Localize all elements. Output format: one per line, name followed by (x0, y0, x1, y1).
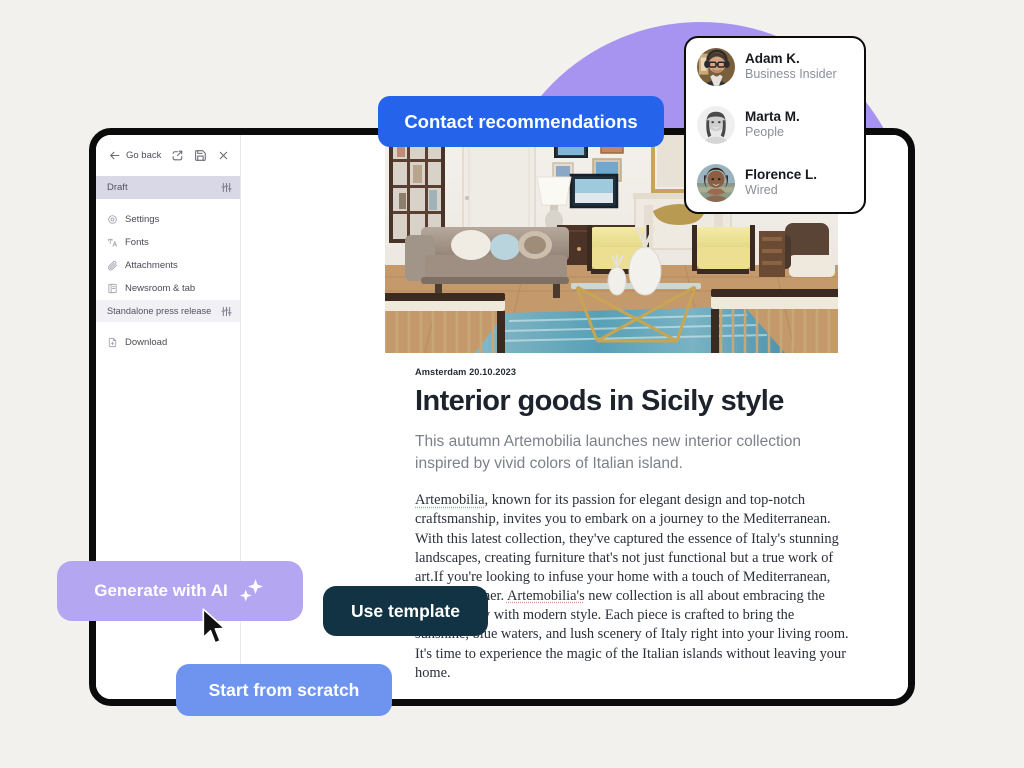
avatar (697, 164, 735, 202)
sidebar-item-label: Draft (107, 182, 128, 193)
contact-organization: People (745, 125, 784, 140)
sparkle-icon (236, 576, 266, 606)
sidebar-item-label: Attachments (125, 259, 178, 271)
paperclip-icon (107, 260, 118, 271)
article-body: Amsterdam 20.10.2023 Interior goods in S… (415, 367, 851, 683)
start-from-scratch-button[interactable]: Start from scratch (176, 664, 392, 716)
sidebar-item-attachments[interactable]: Attachments (96, 254, 240, 276)
use-template-button[interactable]: Use template (323, 586, 488, 636)
sidebar-toolbar: Go back (96, 141, 240, 172)
sidebar-item-download[interactable]: Download (96, 331, 240, 353)
arrow-left-icon (108, 149, 121, 162)
spellcheck-word: Artemobilia (415, 492, 485, 509)
go-back-label: Go back (126, 150, 162, 161)
sidebar-nav: Draft Settings Fonts Attachments Newsroo… (96, 176, 240, 353)
label-text: Use template (351, 600, 460, 621)
contact-organization: Business Insider (745, 67, 837, 82)
spellcheck-word: Artemobilia's (506, 588, 585, 605)
screenshot-canvas: Go back Draft Settings Fonts Attachments… (0, 0, 1024, 768)
sidebar-item-settings[interactable]: Settings (96, 208, 240, 230)
external-link-icon[interactable] (171, 149, 184, 162)
sidebar-item-label: Fonts (125, 236, 149, 248)
avatar (697, 106, 735, 144)
sliders-icon[interactable] (221, 182, 232, 193)
download-file-icon (107, 337, 118, 348)
gear-icon (107, 214, 118, 225)
contact-name: Florence L. (745, 166, 818, 182)
close-icon[interactable] (217, 149, 230, 162)
contact-list-item[interactable]: Adam K. Business Insider (697, 48, 853, 86)
label-contact-recommendations[interactable]: Contact recommendations (378, 96, 664, 147)
label-text: Start from scratch (208, 679, 360, 700)
article-headline: Interior goods in Sicily style (415, 385, 784, 417)
avatar (697, 48, 735, 86)
sidebar-item-standalone-press-release[interactable]: Standalone press release (96, 300, 240, 322)
save-icon[interactable] (194, 149, 207, 162)
go-back-button[interactable]: Go back (108, 149, 161, 162)
generate-with-ai-button[interactable]: Generate with AI (57, 561, 303, 621)
sidebar-item-label: Newsroom & tab (125, 282, 196, 294)
contact-organization: Wired (745, 183, 778, 198)
sidebar-item-label: Standalone press release (107, 306, 212, 316)
contact-name: Marta M. (745, 108, 800, 124)
newsroom-icon (107, 283, 118, 294)
article-dateline: Amsterdam 20.10.2023 (415, 367, 517, 377)
sliders-icon[interactable] (221, 306, 232, 317)
contact-recommendations-card: Adam K. Business Insider Marta M. People… (684, 36, 866, 214)
mouse-cursor (199, 608, 229, 646)
article-standfirst: This autumn Artemobilia launches new int… (415, 433, 801, 473)
contact-list-item[interactable]: Florence L. Wired (697, 164, 853, 202)
sidebar-item-draft[interactable]: Draft (96, 176, 240, 199)
label-text: Contact recommendations (404, 110, 638, 132)
label-text: Generate with AI (94, 581, 228, 600)
sidebar-item-label: Settings (125, 213, 160, 225)
font-icon (107, 237, 118, 248)
sidebar-item-fonts[interactable]: Fonts (96, 231, 240, 253)
contact-name: Adam K. (745, 50, 800, 66)
sidebar-item-label: Download (125, 336, 168, 348)
sidebar-item-newsroom[interactable]: Newsroom & tab (96, 277, 240, 299)
contact-list-item[interactable]: Marta M. People (697, 106, 853, 144)
